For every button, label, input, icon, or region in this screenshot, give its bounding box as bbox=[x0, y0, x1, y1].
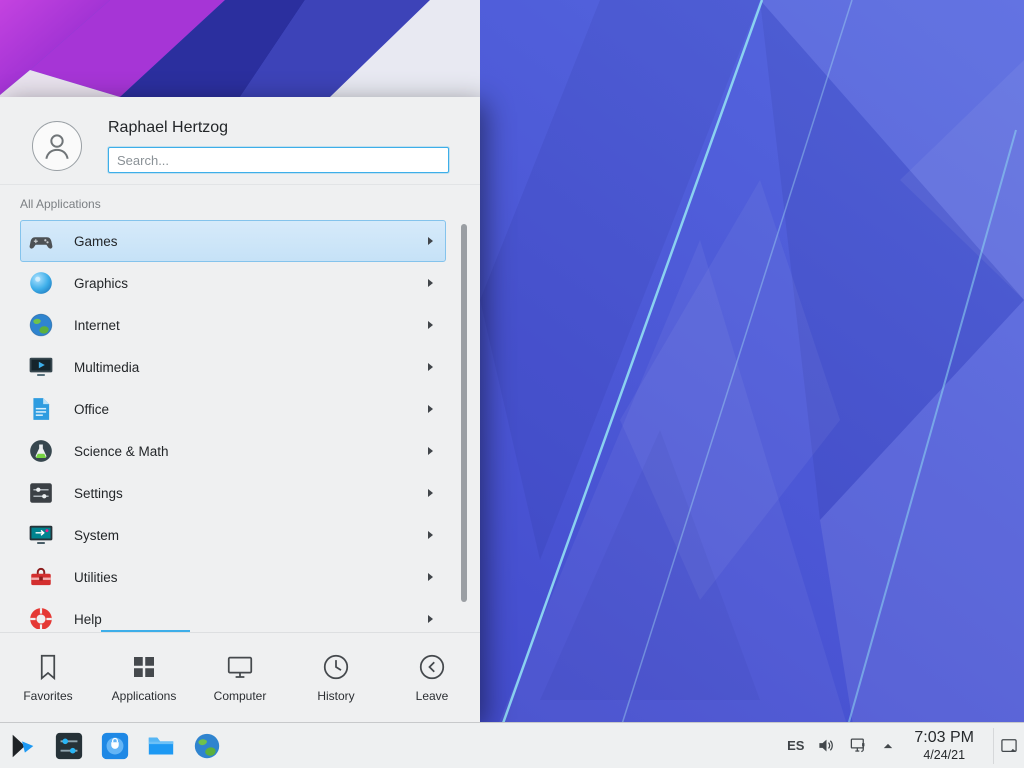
category-item-system[interactable]: System bbox=[20, 514, 446, 556]
category-label: Multimedia bbox=[74, 360, 428, 375]
volume-icon[interactable] bbox=[817, 736, 836, 755]
expand-tray-icon[interactable] bbox=[881, 739, 895, 753]
gamepad-icon bbox=[28, 228, 54, 254]
application-launcher-menu: Raphael Hertzog All Applications Games G… bbox=[0, 97, 480, 722]
clock-time: 7:03 PM bbox=[914, 729, 974, 747]
show-desktop-button[interactable] bbox=[993, 728, 1019, 764]
category-item-settings[interactable]: Settings bbox=[20, 472, 446, 514]
task-settings-launcher[interactable] bbox=[52, 729, 86, 763]
paint-sphere-icon bbox=[28, 270, 54, 296]
kde-menu-icon bbox=[8, 731, 38, 761]
clock-date: 4/24/21 bbox=[923, 748, 965, 762]
category-label: Utilities bbox=[74, 570, 428, 585]
category-label: Science & Math bbox=[74, 444, 428, 459]
taskbar: ES 7:03 PM 4/24/21 bbox=[0, 722, 1024, 768]
section-label: All Applications bbox=[20, 197, 101, 211]
web-browser-icon bbox=[192, 731, 222, 761]
category-item-internet[interactable]: Internet bbox=[20, 304, 446, 346]
discover-launcher[interactable] bbox=[98, 729, 132, 763]
bookmark-icon bbox=[33, 652, 63, 682]
scrollbar[interactable] bbox=[461, 224, 467, 602]
toolbox-icon bbox=[28, 564, 54, 590]
submenu-arrow-icon bbox=[428, 279, 433, 287]
document-icon bbox=[28, 396, 54, 422]
category-item-multimedia[interactable]: Multimedia bbox=[20, 346, 446, 388]
submenu-arrow-icon bbox=[428, 531, 433, 539]
submenu-arrow-icon bbox=[428, 321, 433, 329]
submenu-arrow-icon bbox=[428, 573, 433, 581]
show-desktop-icon bbox=[999, 736, 1019, 756]
leave-icon bbox=[417, 652, 447, 682]
category-item-games[interactable]: Games bbox=[20, 220, 446, 262]
tab-leave[interactable]: Leave bbox=[384, 633, 480, 722]
application-launcher-button[interactable] bbox=[6, 729, 40, 763]
submenu-arrow-icon bbox=[428, 615, 433, 623]
tab-label: History bbox=[317, 689, 354, 703]
digital-clock[interactable]: 7:03 PM 4/24/21 bbox=[914, 729, 974, 762]
web-browser-launcher[interactable] bbox=[190, 729, 224, 763]
computer-icon bbox=[225, 652, 255, 682]
history-clock-icon bbox=[321, 652, 351, 682]
app-grid-icon bbox=[129, 652, 159, 682]
category-label: Help bbox=[74, 612, 428, 627]
discover-icon bbox=[100, 731, 130, 761]
launcher-tab-bar: Favorites Applications Computer History … bbox=[0, 632, 480, 722]
submenu-arrow-icon bbox=[428, 405, 433, 413]
system-tray: ES 7:03 PM 4/24/21 bbox=[787, 728, 1019, 764]
desktop[interactable]: Raphael Hertzog All Applications Games G… bbox=[0, 0, 1024, 768]
category-label: Games bbox=[74, 234, 428, 249]
file-manager-launcher[interactable] bbox=[144, 729, 178, 763]
submenu-arrow-icon bbox=[428, 447, 433, 455]
system-monitor-icon bbox=[28, 522, 54, 548]
user-name: Raphael Hertzog bbox=[108, 119, 228, 137]
file-manager-icon bbox=[146, 731, 176, 761]
category-label: Internet bbox=[74, 318, 428, 333]
tab-label: Leave bbox=[416, 689, 449, 703]
category-label: Office bbox=[74, 402, 428, 417]
task-settings-icon bbox=[54, 731, 84, 761]
category-item-science[interactable]: Science & Math bbox=[20, 430, 446, 472]
tab-applications[interactable]: Applications bbox=[96, 633, 192, 722]
category-item-help[interactable]: Help bbox=[20, 598, 446, 629]
settings-sliders-icon bbox=[28, 480, 54, 506]
search-input[interactable] bbox=[108, 147, 449, 173]
tab-label: Applications bbox=[112, 689, 177, 703]
globe-icon bbox=[28, 312, 54, 338]
launcher-header: Raphael Hertzog bbox=[0, 97, 480, 185]
science-flask-icon bbox=[28, 438, 54, 464]
submenu-arrow-icon bbox=[428, 237, 433, 245]
tab-label: Computer bbox=[214, 689, 267, 703]
life-ring-icon bbox=[28, 606, 54, 629]
submenu-arrow-icon bbox=[428, 489, 433, 497]
category-label: Graphics bbox=[74, 276, 428, 291]
category-list: Games Graphics Internet bbox=[0, 220, 480, 629]
category-label: Settings bbox=[74, 486, 428, 501]
user-avatar[interactable] bbox=[32, 121, 82, 171]
submenu-arrow-icon bbox=[428, 363, 433, 371]
user-icon bbox=[40, 129, 74, 163]
category-item-office[interactable]: Office bbox=[20, 388, 446, 430]
tab-history[interactable]: History bbox=[288, 633, 384, 722]
network-icon[interactable] bbox=[849, 736, 868, 755]
category-item-graphics[interactable]: Graphics bbox=[20, 262, 446, 304]
category-item-utilities[interactable]: Utilities bbox=[20, 556, 446, 598]
media-player-icon bbox=[28, 354, 54, 380]
tab-favorites[interactable]: Favorites bbox=[0, 633, 96, 722]
keyboard-layout-indicator[interactable]: ES bbox=[787, 738, 804, 753]
tab-label: Favorites bbox=[23, 689, 72, 703]
tab-computer[interactable]: Computer bbox=[192, 633, 288, 722]
category-label: System bbox=[74, 528, 428, 543]
